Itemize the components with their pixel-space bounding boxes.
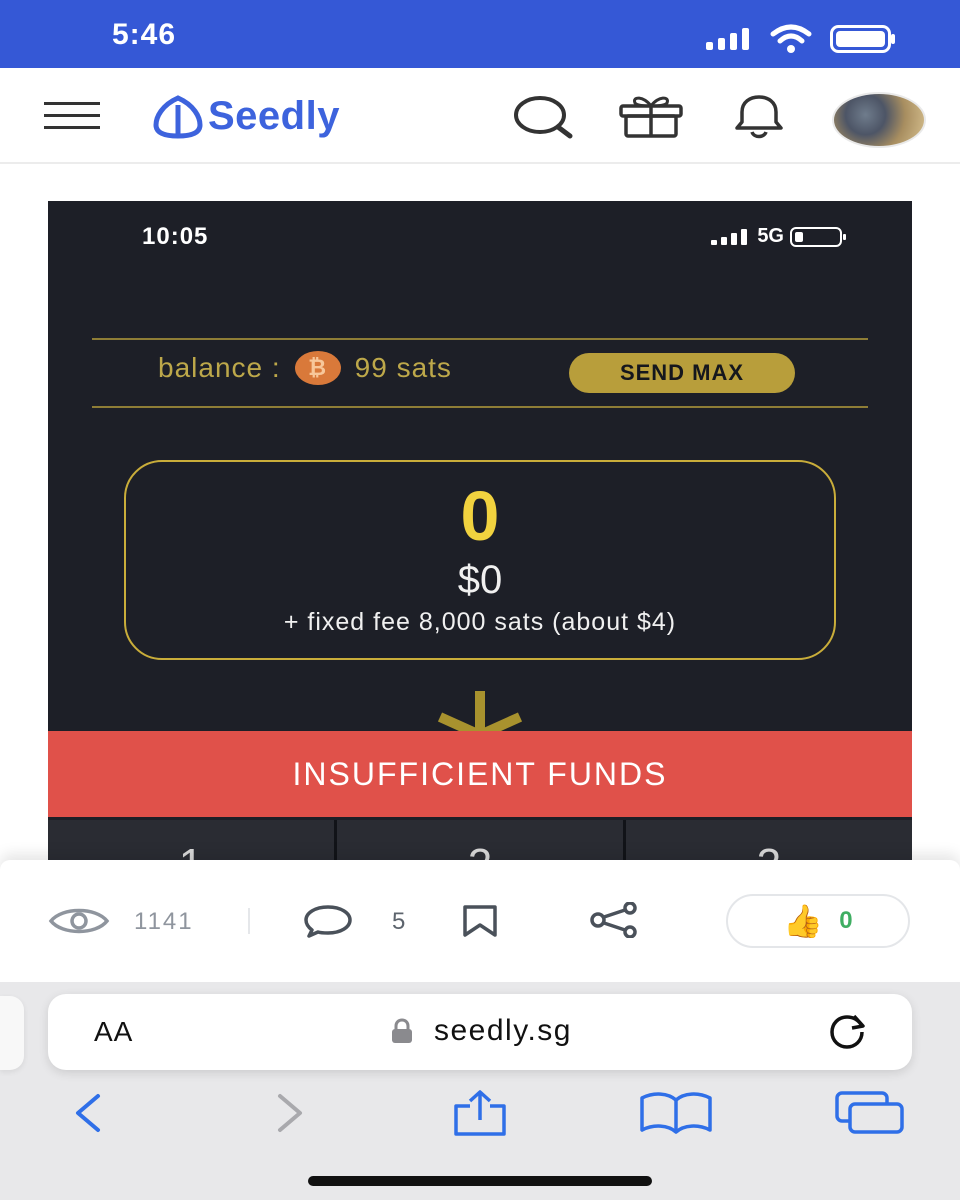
search-icon[interactable] xyxy=(512,94,574,140)
seedly-leaf-icon xyxy=(153,94,203,139)
browser-chrome: AA seedly.sg xyxy=(0,982,960,1200)
like-button[interactable]: 👍 0 xyxy=(726,894,910,948)
amount-sats: 0 xyxy=(460,477,500,555)
avatar[interactable] xyxy=(832,92,926,148)
seedly-logo[interactable]: Seedly xyxy=(152,94,340,139)
back-icon[interactable] xyxy=(68,1090,108,1136)
bookmark-icon[interactable] xyxy=(460,904,500,938)
reload-icon[interactable] xyxy=(826,1012,872,1052)
lock-icon xyxy=(391,1018,412,1043)
status-time: 5:46 xyxy=(112,18,177,51)
address-bar[interactable]: AA seedly.sg xyxy=(48,994,912,1070)
battery-icon xyxy=(830,25,895,53)
divider xyxy=(248,908,250,934)
thumbs-up-icon: 👍 xyxy=(783,903,824,939)
keypad-key: 3 xyxy=(626,820,912,861)
balance-label: balance : xyxy=(158,352,281,383)
bookmarks-icon[interactable] xyxy=(638,1090,714,1136)
bell-icon[interactable] xyxy=(728,94,790,140)
menu-icon[interactable] xyxy=(44,102,100,130)
gift-icon[interactable] xyxy=(618,94,684,138)
cellular-signal-icon xyxy=(706,28,749,50)
divider-line xyxy=(92,338,868,340)
url-display[interactable]: seedly.sg xyxy=(48,1014,912,1048)
status-bar: 5:46 xyxy=(0,0,960,68)
brand-name: Seedly xyxy=(208,94,340,138)
arrow-down-icon xyxy=(437,691,523,735)
insufficient-funds-banner: INSUFFICIENT FUNDS xyxy=(48,731,912,817)
embedded-status-icons: 5G xyxy=(711,225,850,248)
send-max-button: SEND MAX xyxy=(569,353,795,393)
amount-fiat: $0 xyxy=(457,558,503,602)
forward-icon[interactable] xyxy=(270,1090,310,1136)
network-type: 5G xyxy=(757,225,784,247)
embedded-status-time: 10:05 xyxy=(142,223,209,250)
comment-count: 5 xyxy=(392,908,406,935)
balance-row: balance : ₿ 99 sats xyxy=(158,351,452,385)
home-indicator xyxy=(308,1176,652,1186)
keypad: 1 2 3 xyxy=(48,820,912,861)
previous-tab-preview[interactable] xyxy=(0,996,24,1070)
share-icon[interactable] xyxy=(588,902,640,938)
fee-text: + fixed fee 8,000 sats (about $4) xyxy=(283,608,677,636)
battery-low-icon xyxy=(790,226,846,247)
views-count: 1141 xyxy=(134,908,194,935)
divider-line xyxy=(92,406,868,408)
amount-box: 0 $0 + fixed fee 8,000 sats (about $4) xyxy=(124,460,836,660)
post-image-screenshot: 10:05 5G balance : ₿ 99 sats SEND MAX 0 … xyxy=(48,201,912,861)
share-sheet-icon[interactable] xyxy=(450,1090,510,1136)
url-text: seedly.sg xyxy=(433,1014,572,1047)
status-icons xyxy=(706,24,896,54)
wifi-icon xyxy=(770,24,812,53)
keypad-key: 2 xyxy=(337,820,623,861)
post-action-bar: 1141 5 👍 0 xyxy=(0,860,960,982)
tabs-icon[interactable] xyxy=(834,1090,906,1136)
bitcoin-icon: ₿ xyxy=(294,351,341,385)
comment-icon[interactable] xyxy=(302,904,354,938)
app-header: Seedly xyxy=(0,68,960,164)
like-count: 0 xyxy=(839,907,853,934)
eye-icon xyxy=(48,908,110,934)
keypad-key: 1 xyxy=(48,820,334,861)
balance-value: 99 sats xyxy=(354,352,452,383)
cellular-signal-icon xyxy=(711,228,748,245)
